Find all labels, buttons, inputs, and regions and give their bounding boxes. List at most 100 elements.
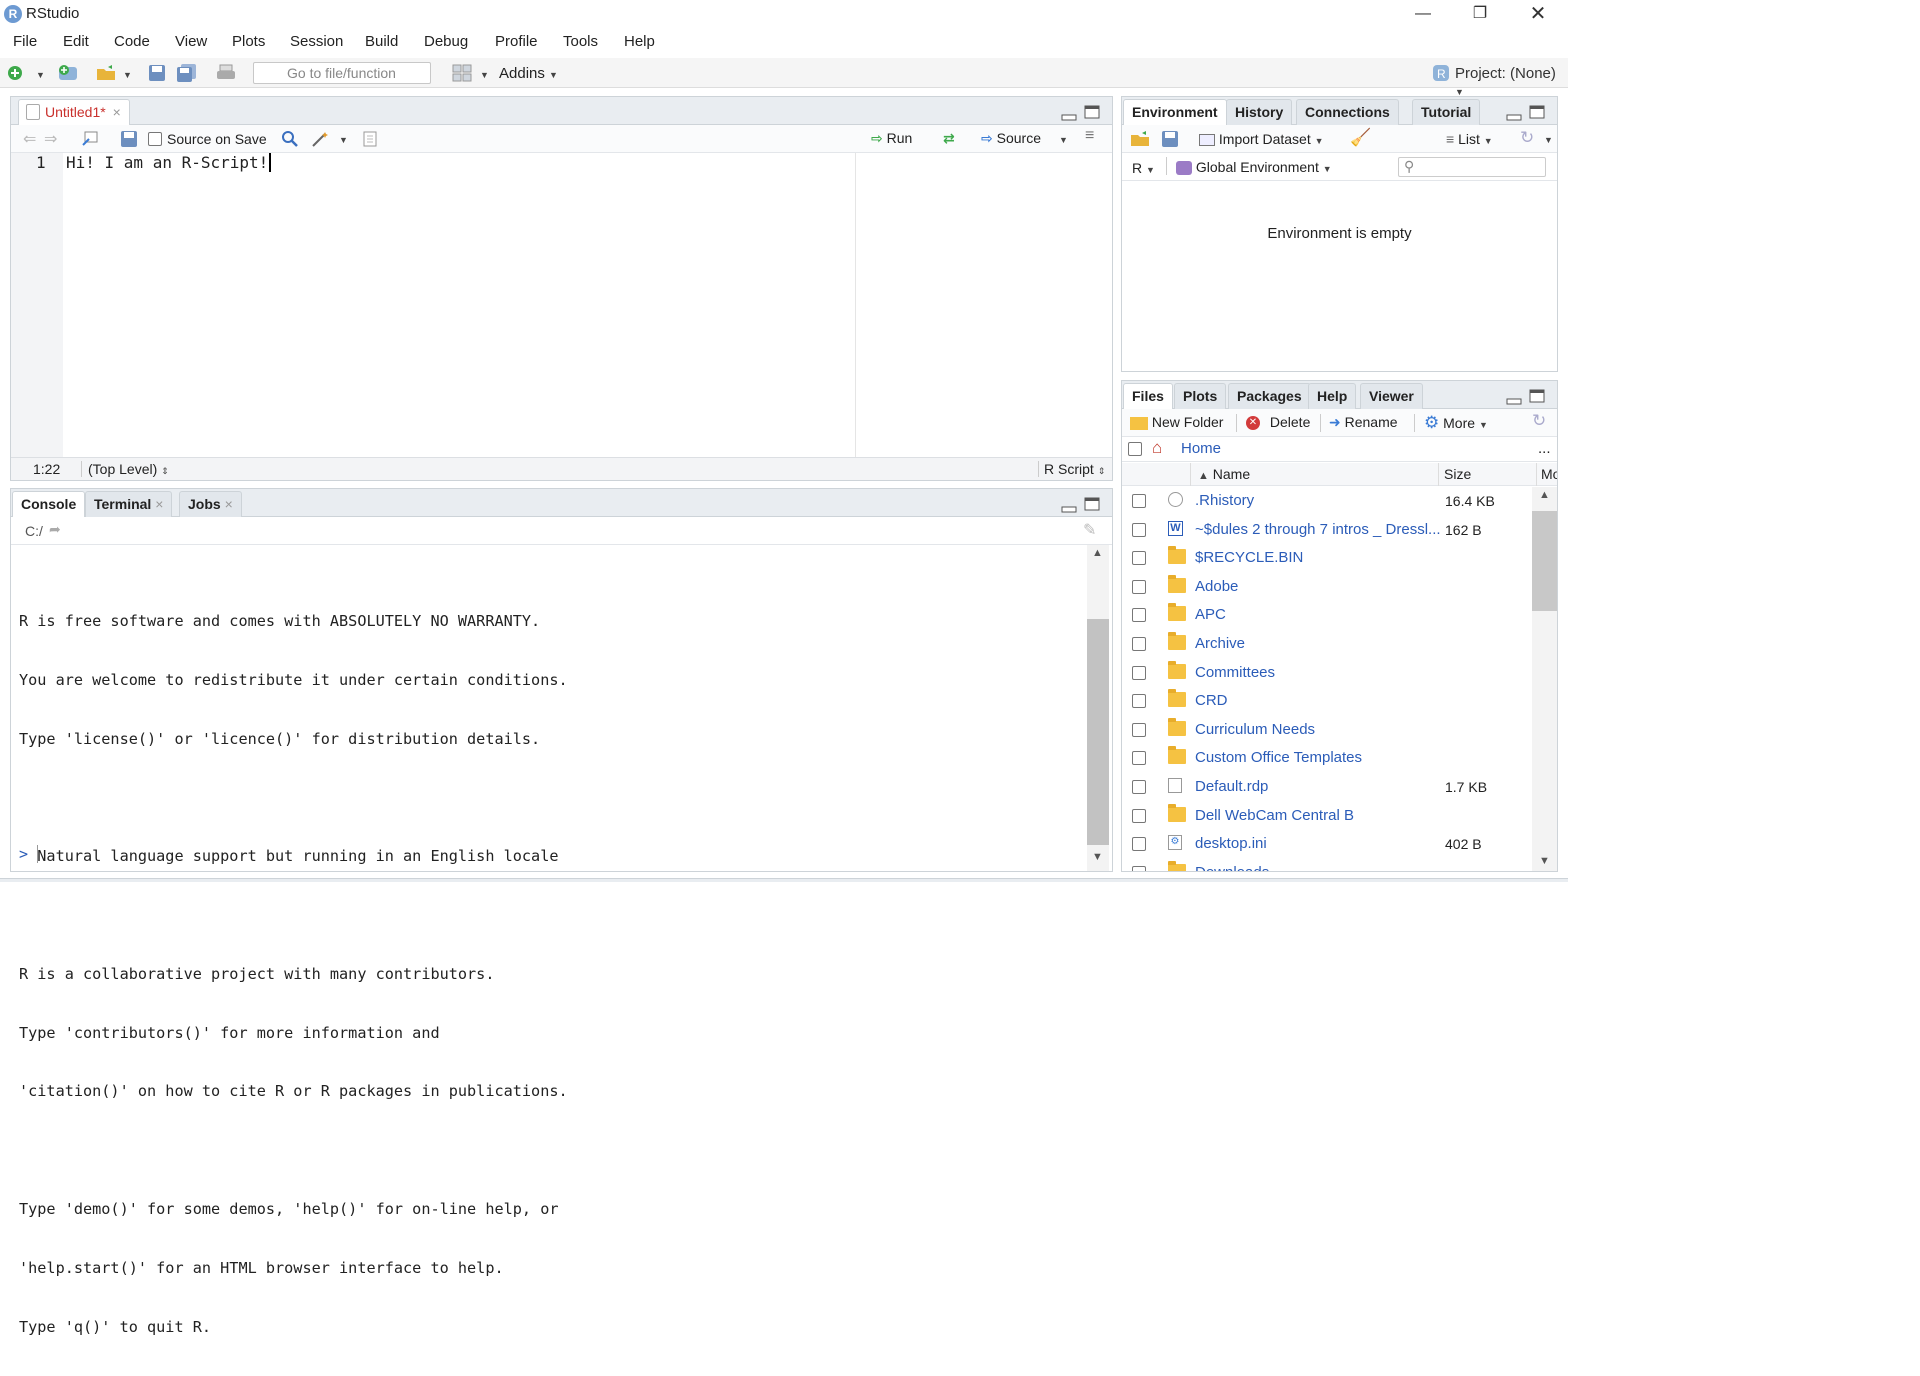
tab-terminal[interactable]: Terminal × (85, 491, 173, 517)
go-to-dir-arrow-icon[interactable]: ➦ (49, 521, 61, 538)
home-icon[interactable]: ⌂ (1152, 438, 1162, 458)
file-row[interactable]: ⚙ desktop.ini 402 B (1122, 830, 1530, 858)
file-checkbox[interactable] (1132, 637, 1146, 651)
file-checkbox[interactable] (1132, 751, 1146, 766)
menu-view[interactable]: View (175, 33, 207, 50)
source-on-save-checkbox[interactable] (148, 132, 162, 146)
scope-selector[interactable]: (Top Level) ⇕ (88, 461, 169, 477)
new-folder-button[interactable]: New Folder (1130, 414, 1223, 430)
tab-close-icon[interactable]: × (113, 104, 121, 120)
file-name[interactable]: ~$dules 2 through 7 intros _ Dressl... (1195, 521, 1440, 538)
file-checkbox[interactable] (1132, 494, 1146, 508)
back-icon[interactable]: ⇐ (23, 129, 36, 149)
menu-session[interactable]: Session (290, 33, 343, 50)
menu-code[interactable]: Code (114, 33, 150, 50)
files-scroll-up-icon[interactable]: ▲ (1539, 489, 1550, 501)
tab-plots[interactable]: Plots (1174, 383, 1227, 409)
file-checkbox[interactable] (1132, 837, 1146, 852)
console-maximize-icon[interactable] (1084, 497, 1100, 511)
menu-file[interactable]: File (13, 33, 37, 50)
delete-button[interactable]: ✕ Delete (1246, 414, 1310, 431)
view-mode-list[interactable]: ≡ List ▼ (1446, 131, 1493, 147)
file-name[interactable]: Default.rdp (1195, 778, 1440, 795)
clear-objects-broom-icon[interactable]: 🧹 (1350, 128, 1371, 148)
goto-file-function-input[interactable]: Go to file/function (253, 62, 431, 84)
tab-connections[interactable]: Connections (1296, 99, 1399, 125)
menu-plots[interactable]: Plots (232, 33, 265, 50)
console-input[interactable]: > (19, 845, 48, 863)
editor-save-icon[interactable] (121, 131, 137, 147)
tab-jobs[interactable]: Jobs × (179, 491, 242, 517)
tab-history[interactable]: History (1226, 99, 1293, 125)
environment-search-input[interactable]: ⚲ (1398, 157, 1546, 177)
menu-build[interactable]: Build (365, 33, 398, 50)
restore-button[interactable]: ❐ (1457, 2, 1503, 26)
file-checkbox[interactable] (1132, 522, 1146, 537)
workspace-panes-icon[interactable] (452, 64, 472, 82)
console-scroll-thumb[interactable] (1087, 619, 1109, 845)
scroll-down-icon[interactable]: ▼ (1092, 851, 1103, 863)
refresh-files-icon[interactable]: ↻ (1532, 411, 1546, 431)
breadcrumb-home[interactable]: Home (1181, 440, 1221, 457)
code-tools-dropdown-icon[interactable]: ▼ (339, 135, 348, 145)
load-workspace-icon[interactable] (1130, 131, 1152, 147)
file-name[interactable]: Custom Office Templates (1195, 749, 1440, 766)
env-maximize-icon[interactable] (1529, 105, 1545, 119)
refresh-env-icon[interactable]: ↻ (1520, 128, 1534, 148)
new-file-dropdown-icon[interactable]: ▼ (36, 70, 45, 80)
tab-packages[interactable]: Packages (1228, 383, 1311, 409)
column-size-header[interactable]: Size (1444, 466, 1471, 482)
menu-debug[interactable]: Debug (424, 33, 468, 50)
file-name[interactable]: desktop.ini (1195, 835, 1440, 852)
new-project-icon[interactable] (57, 64, 81, 82)
file-checkbox[interactable] (1132, 722, 1146, 737)
tab-tutorial[interactable]: Tutorial (1412, 99, 1481, 125)
scroll-up-icon[interactable]: ▲ (1092, 547, 1103, 559)
menu-tools[interactable]: Tools (563, 33, 598, 50)
terminal-close-icon[interactable]: × (155, 496, 163, 512)
file-name[interactable]: $RECYCLE.BIN (1195, 549, 1440, 566)
print-icon[interactable] (216, 64, 236, 82)
file-row[interactable]: Curriculum Needs (1122, 716, 1530, 744)
source-dropdown-icon[interactable]: ▼ (1059, 135, 1068, 145)
document-outline-icon[interactable]: ≡ (1085, 127, 1094, 145)
file-checkbox[interactable] (1132, 608, 1146, 623)
tab-files[interactable]: Files (1123, 383, 1173, 410)
files-scrollbar[interactable]: ▲ ▼ (1532, 487, 1557, 871)
menu-help[interactable]: Help (624, 33, 655, 50)
refresh-dropdown-icon[interactable]: ▼ (1544, 135, 1553, 145)
file-type-selector[interactable]: R Script ⇕ (1044, 461, 1105, 477)
file-checkbox[interactable] (1132, 780, 1146, 794)
new-file-icon[interactable] (6, 64, 24, 82)
select-all-checkbox[interactable] (1128, 442, 1142, 456)
open-file-dropdown-icon[interactable]: ▼ (123, 70, 132, 80)
code-line[interactable]: Hi! I am an R-Script! (66, 153, 281, 172)
file-row[interactable]: Adobe (1122, 573, 1530, 601)
files-scroll-down-icon[interactable]: ▼ (1539, 855, 1550, 867)
file-checkbox[interactable] (1132, 579, 1146, 594)
file-checkbox[interactable] (1132, 551, 1146, 566)
maximize-pane-icon[interactable] (1084, 105, 1100, 119)
file-row[interactable]: Downloads (1122, 859, 1530, 871)
save-workspace-icon[interactable] (1162, 131, 1178, 147)
column-name-header[interactable]: ▲ Name (1198, 466, 1250, 482)
files-minimize-icon[interactable] (1506, 393, 1522, 407)
run-button[interactable]: ⇨ Run (871, 130, 912, 147)
menu-edit[interactable]: Edit (63, 33, 89, 50)
import-dataset-button[interactable]: Import Dataset ▼ (1199, 131, 1324, 147)
file-row[interactable]: W ~$dules 2 through 7 intros _ Dressl... 1… (1122, 516, 1530, 544)
tab-help[interactable]: Help (1308, 383, 1357, 409)
close-button[interactable]: ✕ (1515, 2, 1561, 26)
file-name[interactable]: Adobe (1195, 578, 1440, 595)
file-checkbox[interactable] (1132, 865, 1146, 871)
file-row[interactable]: Default.rdp 1.7 KB (1122, 773, 1530, 801)
forward-icon[interactable]: ⇒ (44, 129, 57, 149)
file-checkbox[interactable] (1132, 665, 1146, 680)
file-row[interactable]: $RECYCLE.BIN (1122, 544, 1530, 572)
file-name[interactable]: APC (1195, 606, 1440, 623)
language-selector[interactable]: R ▼ (1132, 160, 1155, 176)
code-tools-wand-icon[interactable] (311, 130, 333, 148)
file-name[interactable]: Curriculum Needs (1195, 721, 1440, 738)
more-menu[interactable]: ⚙ More ▼ (1424, 413, 1488, 433)
tab-viewer[interactable]: Viewer (1360, 383, 1423, 409)
